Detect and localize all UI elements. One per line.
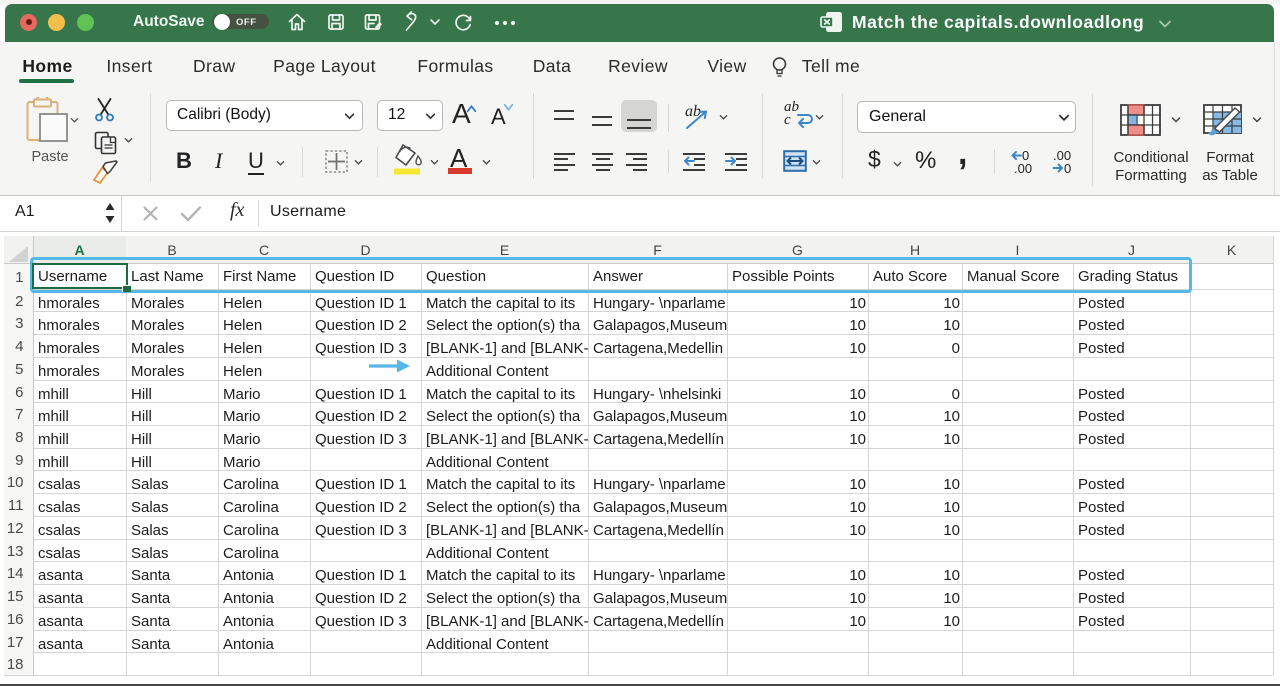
- svg-text:.00: .00: [1014, 161, 1032, 174]
- svg-text:0: 0: [1064, 161, 1071, 174]
